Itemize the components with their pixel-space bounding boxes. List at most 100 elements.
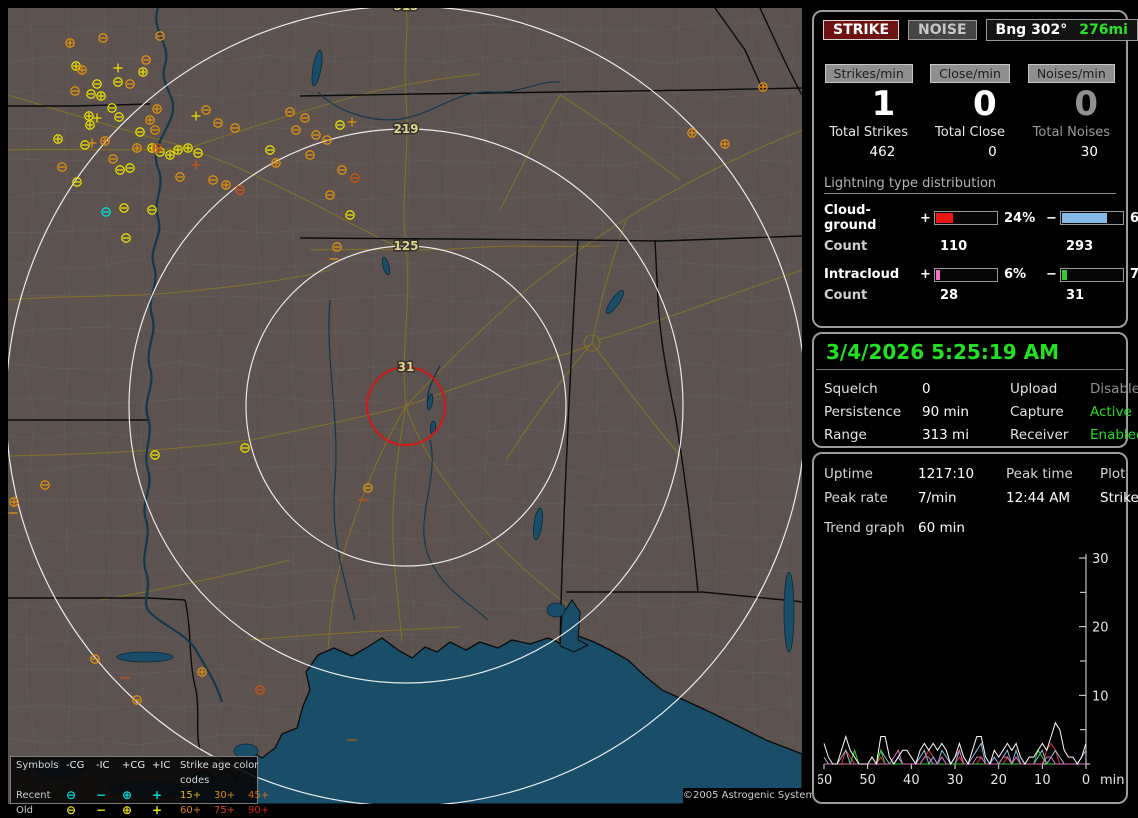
y-tick-label: 30 (1092, 552, 1109, 567)
strike-symbol-cgp (221, 180, 231, 190)
legend-col--ic: -IC (96, 760, 110, 771)
strike-symbol-cgp (173, 145, 183, 155)
range-ring-label: 31 (398, 360, 415, 374)
cg-pos-bar (934, 211, 998, 225)
close-per-min-label[interactable]: Close/min (930, 64, 1010, 83)
ic-count-label: Count (824, 288, 868, 303)
total-strikes-label: Total Strikes (829, 125, 908, 140)
strike-symbol-cgp (720, 139, 730, 149)
persistence-value: 90 min (922, 404, 969, 420)
plot-header: Plot (1100, 466, 1126, 482)
copyright-text: ©2005 Astrogenic Systems (683, 788, 820, 804)
status-panel: 3/4/2026 5:25:19 AM Squelch 0 Upload Dis… (812, 332, 1138, 448)
strike-symbol-cgp (687, 128, 697, 138)
noises-column: Noises/min 0 Total Noises 30 (1021, 63, 1122, 160)
range-label: Range (824, 427, 867, 443)
map-legend: Symbols -CG -IC +CG +IC Strike age color… (10, 756, 269, 817)
close-column: Close/min 0 Total Close 0 (919, 63, 1020, 160)
minus-sign: − (1046, 210, 1057, 226)
cg-neg-pct: 63% (1130, 210, 1138, 226)
legend-col-+ic: +IC (152, 760, 171, 771)
cg-count-label: Count (824, 239, 868, 254)
ic-pos-old-icon: + (152, 803, 163, 817)
trend-series--CG (823, 742, 1087, 766)
strike-symbol-cgp (152, 143, 162, 153)
strike-button[interactable]: STRIKE (823, 20, 900, 40)
ic-pos-pct: 6% (1004, 267, 1027, 282)
cg-neg-count: 293 (1066, 239, 1094, 254)
x-tick-label: 60 (818, 773, 832, 788)
total-close-label: Total Close (935, 125, 1005, 140)
peak-rate-value: 7/min (918, 490, 957, 506)
plus-sign: + (920, 210, 931, 226)
ic-pos-recent-icon: + (152, 788, 163, 802)
peak-rate-label: Peak rate (824, 490, 888, 506)
strike-symbol-cgp (758, 82, 768, 92)
y-tick-label: 20 (1092, 621, 1109, 636)
datetime-display: 3/4/2026 5:25:19 AM (816, 334, 1124, 370)
cg-neg-old-icon: ⊖ (66, 803, 77, 817)
total-noises-value: 30 (1080, 144, 1098, 160)
intracloud-row: Intracloud + 6% − 7% (824, 267, 1138, 282)
legend-symbols-header: Symbols (16, 760, 59, 771)
total-close-value: 0 (988, 144, 997, 160)
x-tick-label: 10 (1034, 773, 1051, 788)
peak-time-value: 12:44 AM (1006, 490, 1071, 506)
lightning-map[interactable]: 313 219 125 31 (8, 8, 802, 804)
age-code-30: 30+ (214, 790, 236, 801)
map-canvas: 313 219 125 31 (8, 8, 802, 804)
capture-status: Active (1090, 404, 1132, 420)
strike-symbol-cgp (132, 143, 142, 153)
range-ring-label: 125 (393, 239, 418, 253)
bearing-readout: Bng 302° 276mi (985, 19, 1138, 41)
legend-age-header: Strike age color codes (180, 760, 259, 786)
age-code-90: 90+ (248, 805, 270, 816)
bearing-distance: 276mi (1079, 22, 1128, 38)
upload-status: Disabled (1090, 381, 1138, 397)
intracloud-label: Intracloud (824, 267, 900, 282)
legend-old-label: Old (16, 805, 33, 816)
trend-graph: 10 20 30 60 50 40 30 20 10 0 min (818, 552, 1124, 788)
cloud-ground-label: Cloud-ground (824, 203, 877, 233)
strike-symbol-cgp (183, 143, 193, 153)
trend-panel: Uptime 1217:10 Peak time Plot Peak rate … (812, 452, 1138, 804)
cg-pos-count: 110 (940, 239, 968, 254)
noises-per-min-label[interactable]: Noises/min (1027, 64, 1115, 83)
capture-label: Capture (1010, 404, 1064, 420)
strike-symbol-cgp (165, 150, 175, 160)
ic-neg-count: 31 (1066, 288, 1085, 303)
total-noises-label: Total Noises (1032, 125, 1110, 140)
strike-symbol-cgp (65, 38, 75, 48)
plot-mode-value: Strike (1100, 490, 1138, 506)
cloud-ground-count-row: Count 110 293 (824, 239, 1116, 254)
receiver-status: Enabled (1090, 427, 1138, 443)
legend-col-+cg: +CG (122, 760, 146, 771)
cloud-ground-row: Cloud-ground + 24% − 63% (824, 203, 1138, 233)
strikes-per-min-value: 1 (871, 84, 896, 124)
strike-symbol-cgp (100, 136, 110, 146)
strike-symbol-cgp (9, 497, 19, 507)
noise-button[interactable]: NOISE (908, 20, 977, 40)
strikes-per-min-label[interactable]: Strikes/min (824, 64, 913, 83)
squelch-value: 0 (922, 381, 931, 397)
cg-neg-bar (1060, 211, 1124, 225)
x-tick-label: 50 (859, 773, 876, 788)
noises-per-min-value: 0 (1074, 84, 1098, 124)
strike-symbol-cgp (53, 134, 63, 144)
cg-pos-pct: 24% (1004, 210, 1036, 226)
ic-pos-bar (934, 267, 998, 282)
intracloud-count-row: Count 28 31 (824, 288, 1116, 303)
x-tick-label: 30 (947, 773, 964, 788)
strikes-column: Strikes/min 1 Total Strikes 462 (818, 63, 919, 160)
trend-graph-label: Trend graph (824, 520, 905, 536)
ic-neg-pct: 7% (1130, 267, 1138, 282)
age-code-45: 45+ (248, 790, 270, 801)
ic-neg-recent-icon: − (96, 788, 107, 802)
age-code-15: 15+ (180, 790, 202, 801)
close-per-min-value: 0 (972, 84, 997, 124)
minus-sign: − (1046, 267, 1057, 282)
peak-time-header: Peak time (1006, 466, 1073, 482)
strike-symbol-cgp (77, 65, 87, 75)
cg-pos-old-icon: ⊕ (122, 803, 133, 817)
range-ring-label: 313 (393, 8, 418, 13)
